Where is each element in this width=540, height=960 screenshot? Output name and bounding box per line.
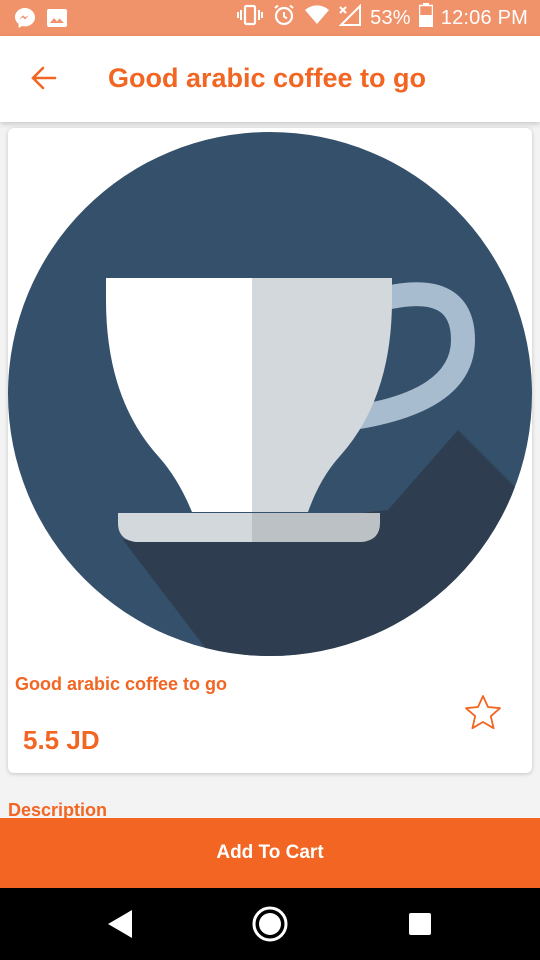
vibrate-icon	[236, 4, 264, 32]
battery-percent: 53%	[370, 6, 411, 29]
signal-icon	[338, 3, 362, 32]
star-icon	[463, 695, 503, 737]
product-name: Good arabic coffee to go	[15, 674, 228, 694]
app-bar: Good arabic coffee to go	[0, 36, 540, 122]
add-to-cart-button[interactable]: Add To Cart	[0, 818, 540, 888]
system-nav-bar	[0, 888, 540, 960]
square-recents-icon	[400, 913, 440, 948]
status-bar: 53% 12:06 PM	[0, 0, 540, 36]
page-title: Good arabic coffee to go	[108, 63, 427, 93]
product-card: Good arabic coffee to go 5.5 JD	[8, 128, 532, 773]
battery-icon	[418, 3, 434, 33]
nav-back-button[interactable]	[100, 904, 140, 944]
product-price: 5.5 JD	[23, 725, 100, 755]
nav-home-button[interactable]	[250, 904, 290, 944]
image-icon	[46, 7, 68, 29]
arrow-left-icon	[31, 65, 57, 96]
back-button[interactable]	[22, 58, 66, 102]
coffee-cup-icon	[8, 132, 532, 656]
wifi-icon	[304, 4, 330, 32]
home-circle-icon	[250, 906, 290, 948]
triangle-back-icon	[100, 910, 140, 948]
clock: 12:06 PM	[440, 6, 528, 29]
alarm-icon	[272, 3, 296, 33]
nav-recents-button[interactable]	[400, 904, 440, 944]
messenger-icon	[14, 7, 36, 29]
favorite-button[interactable]	[463, 693, 503, 733]
